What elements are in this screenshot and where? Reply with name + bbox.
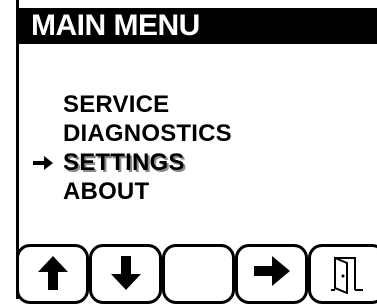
menu-item-label: SETTINGS	[63, 149, 185, 176]
main-menu-list: SERVICE DIAGNOSTICS SETTINGS ABOUT	[19, 90, 359, 206]
right-arrow-icon	[33, 156, 53, 170]
arrow-down-icon	[110, 256, 141, 290]
arrow-up-icon	[37, 256, 68, 290]
up-softkey[interactable]	[16, 244, 89, 304]
menu-item-diagnostics[interactable]: DIAGNOSTICS	[19, 119, 359, 148]
menu-item-label: SERVICE	[63, 91, 170, 118]
display-screen: MAIN MENU SERVICE DIAGNOSTICS SETTINGS A…	[16, 0, 377, 304]
softkey-bar	[16, 244, 377, 304]
right-softkey[interactable]	[235, 244, 308, 304]
down-softkey[interactable]	[89, 244, 162, 304]
title-bar: MAIN MENU	[19, 8, 377, 44]
blank-softkey[interactable]	[162, 244, 235, 304]
menu-item-settings[interactable]: SETTINGS	[19, 148, 359, 177]
menu-item-about[interactable]: ABOUT	[19, 177, 359, 206]
menu-item-label: ABOUT	[63, 178, 150, 205]
menu-item-label: DIAGNOSTICS	[63, 120, 232, 147]
arrow-right-icon	[253, 256, 290, 286]
menu-item-service[interactable]: SERVICE	[19, 90, 359, 119]
exit-door-icon	[331, 256, 363, 294]
page-title: MAIN MENU	[31, 9, 200, 42]
exit-softkey[interactable]	[308, 244, 377, 304]
